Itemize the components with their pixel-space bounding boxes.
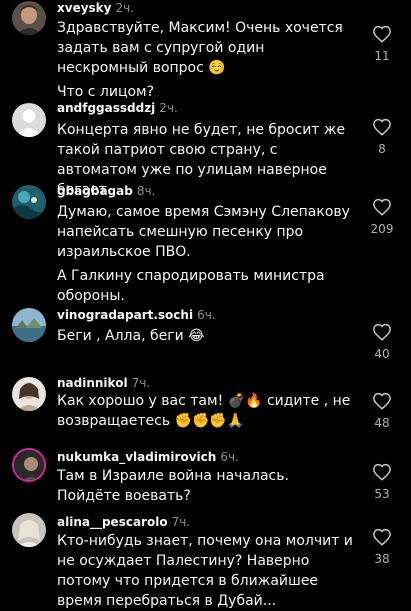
heart-icon xyxy=(373,118,391,136)
comment-item: nadinnikol 7ч. Как хорошо у вас там! 💣🔥 с… xyxy=(0,375,411,445)
like-count: 11 xyxy=(374,49,390,63)
comment-item: vinogradapart.sochi 6ч. Беги , Алла, беги… xyxy=(0,306,411,366)
like-button[interactable]: 8 xyxy=(367,118,397,156)
like-count: 38 xyxy=(374,552,390,566)
comment-text: Там в Израиле война началась. Пойдёте во… xyxy=(57,466,353,506)
avatar[interactable] xyxy=(12,513,46,547)
comment-item: alina__pescarolo 7ч. Кто-нибудь знает, по… xyxy=(0,513,411,609)
username[interactable]: vinogradapart.sochi xyxy=(57,308,193,322)
like-count: 8 xyxy=(378,142,386,156)
comment-item: andfggassddzj 2ч. Концерта явно не будет,… xyxy=(0,101,411,198)
username[interactable]: xveysky xyxy=(57,1,111,15)
avatar-image xyxy=(14,450,44,480)
comment-text: Кто-нибудь знает, почему она молчит и не… xyxy=(57,531,353,611)
avatar[interactable] xyxy=(12,377,46,411)
avatar-image xyxy=(12,308,46,342)
comment-text: Беги , Алла, беги 😂 xyxy=(57,326,353,346)
heart-icon xyxy=(373,392,391,410)
comment-line: А Галкину спародировать министра обороны… xyxy=(57,268,325,304)
comment-time: 6ч. xyxy=(220,450,239,464)
heart-icon xyxy=(373,463,391,481)
comment-text: Думаю, самое время Сэмэну Слепакову напе… xyxy=(57,202,353,306)
comment-line: Что с лицом? xyxy=(57,84,155,100)
comment-time: 8ч. xyxy=(136,184,156,198)
comment-meta: gbagbagab 8ч. xyxy=(57,184,155,199)
avatar[interactable] xyxy=(12,308,46,342)
avatar[interactable] xyxy=(12,103,46,137)
comment-meta: alina__pescarolo 7ч. xyxy=(57,515,190,530)
like-button[interactable]: 38 xyxy=(367,528,397,566)
comment-text: Здравствуйте, Максим! Очень хочется зада… xyxy=(57,18,353,102)
comment-line: Думаю, самое время Сэмэну Слепакову напе… xyxy=(57,204,350,260)
like-count: 48 xyxy=(374,416,390,430)
comment-meta: nadinnikol 7ч. xyxy=(57,376,150,391)
comment-line: Как хорошо у вас там! 💣🔥 сидите , не воз… xyxy=(57,393,351,429)
username[interactable]: andfggassddzj xyxy=(57,101,155,115)
comment-line: Там в Израиле война началась. Пойдёте во… xyxy=(57,468,289,504)
like-count: 53 xyxy=(374,487,390,501)
comment-time: 7ч. xyxy=(131,376,151,390)
avatar-image xyxy=(12,377,46,411)
like-button[interactable]: 11 xyxy=(367,25,397,63)
comment-item: xveysky 2ч. Здравствуйте, Максим! Очень х… xyxy=(0,0,411,100)
heart-icon xyxy=(373,323,391,341)
avatar[interactable] xyxy=(12,185,46,219)
username[interactable]: gbagbagab xyxy=(57,184,133,198)
comment-time: 2ч. xyxy=(115,1,135,15)
comment-meta: xveysky 2ч. xyxy=(57,1,134,16)
avatar[interactable] xyxy=(12,448,46,482)
username[interactable]: nadinnikol xyxy=(57,376,128,390)
avatar[interactable] xyxy=(12,1,46,35)
comment-time: 6ч. xyxy=(197,308,216,322)
like-button[interactable]: 209 xyxy=(367,198,397,236)
heart-icon xyxy=(373,528,391,546)
comment-meta: nukumka_vladimirovich 6ч. xyxy=(57,450,239,465)
comment-time: 2ч. xyxy=(159,101,178,115)
like-button[interactable]: 48 xyxy=(367,392,397,430)
comment-time: 7ч. xyxy=(171,515,191,529)
avatar-image xyxy=(12,185,46,219)
like-button[interactable]: 53 xyxy=(367,463,397,501)
heart-icon xyxy=(373,25,391,43)
username[interactable]: nukumka_vladimirovich xyxy=(57,450,216,464)
like-count: 209 xyxy=(370,222,394,236)
comment-meta: vinogradapart.sochi 6ч. xyxy=(57,308,216,323)
comment-line: Здравствуйте, Максим! Очень хочется зада… xyxy=(57,20,343,76)
comment-text: Как хорошо у вас там! 💣🔥 сидите , не воз… xyxy=(57,391,353,431)
comment-item: gbagbagab 8ч. Думаю, самое время Сэмэну С… xyxy=(0,183,411,304)
avatar-image xyxy=(12,513,46,547)
comment-line: Кто-нибудь знает, почему она молчит и не… xyxy=(57,533,353,609)
like-count: 40 xyxy=(374,347,390,361)
comment-item: nukumka_vladimirovich 6ч. Там в Израиле в… xyxy=(0,448,411,510)
like-button[interactable]: 40 xyxy=(367,323,397,361)
comment-meta: andfggassddzj 2ч. xyxy=(57,101,178,116)
comment-line: Беги , Алла, беги 😂 xyxy=(57,328,205,344)
default-avatar-icon xyxy=(12,103,46,137)
heart-icon xyxy=(373,198,391,216)
username[interactable]: alina__pescarolo xyxy=(57,515,168,529)
avatar-image xyxy=(12,1,46,35)
